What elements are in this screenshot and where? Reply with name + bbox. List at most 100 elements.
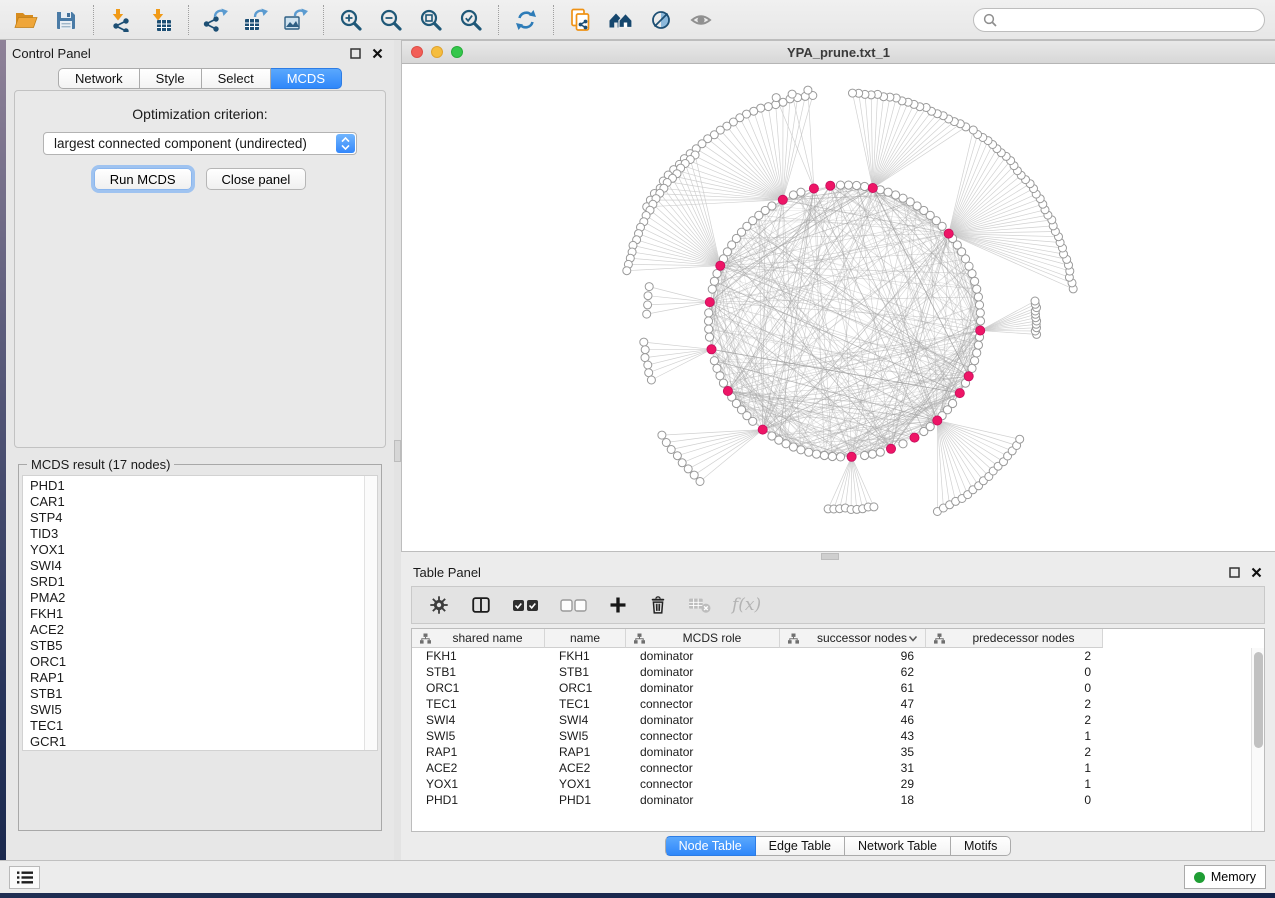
delete-table-button-disabled [688,595,712,615]
task-history-button[interactable] [9,866,40,889]
show-column-panel-button[interactable] [470,594,492,616]
delete-column-button[interactable] [648,594,668,616]
shared-column-icon [788,633,799,644]
table-row[interactable]: YOX1YOX1connector291 [412,776,1264,792]
search-field[interactable] [973,8,1265,32]
result-list-item[interactable]: PHD1 [30,478,377,494]
network-window-titlebar[interactable]: YPA_prune.txt_1 [402,41,1275,64]
toolbar-separator [93,5,94,35]
result-list-item[interactable]: PMA2 [30,590,377,606]
cell-mcds_role: connector [626,760,780,776]
table-tab-node-table[interactable]: Node Table [665,836,756,856]
result-list-item[interactable]: SRD1 [30,574,377,590]
select-stepper[interactable] [336,134,355,153]
column-header-MCDS-role[interactable]: MCDS role [626,629,780,648]
result-list-item[interactable]: YOX1 [30,542,377,558]
tab-style[interactable]: Style [140,68,202,89]
table-panel-float-button[interactable] [1227,565,1241,579]
table-row[interactable]: ACE2ACE2connector311 [412,760,1264,776]
optimization-criterion-label: Optimization criterion: [15,106,385,122]
result-list-item[interactable]: STP4 [30,510,377,526]
tab-select[interactable]: Select [202,68,271,89]
table-scrollbar-thumb[interactable] [1254,652,1263,748]
result-list-item[interactable]: ORC1 [30,654,377,670]
import-table-button[interactable] [141,3,181,37]
minimize-window-icon[interactable] [431,46,443,58]
zoom-out-button[interactable] [371,3,411,37]
zoom-in-button[interactable] [331,3,371,37]
result-list-item[interactable]: RAP1 [30,670,377,686]
zoom-fit-icon [419,8,443,32]
table-row[interactable]: PHD1PHD1dominator180 [412,792,1264,808]
table-row[interactable]: RAP1RAP1dominator352 [412,744,1264,760]
close-window-icon[interactable] [411,46,423,58]
zoom-selected-button[interactable] [451,3,491,37]
tab-mcds[interactable]: MCDS [271,68,342,89]
result-list-item[interactable]: TEC1 [30,718,377,734]
result-scrollbar[interactable] [364,476,377,750]
refresh-button[interactable] [506,3,546,37]
save-session-button[interactable] [46,3,86,37]
toolbar-separator [188,5,189,35]
table-settings-button[interactable] [428,594,450,616]
select-all-columns-button[interactable] [512,598,540,613]
result-list-item[interactable]: GCR1 [30,734,377,750]
export-image-button[interactable] [276,3,316,37]
table-scrollbar[interactable] [1251,648,1264,831]
horizontal-split-divider[interactable] [401,552,1275,560]
close-panel-button[interactable]: Close panel [206,168,307,190]
export-table-button[interactable] [236,3,276,37]
open-file-button[interactable] [6,3,46,37]
home-networks-button[interactable] [601,3,641,37]
table-row[interactable]: SWI5SWI5connector431 [412,728,1264,744]
vertical-split-divider[interactable] [394,40,401,860]
control-panel-float-button[interactable] [348,46,362,60]
result-list-item[interactable]: ACE2 [30,622,377,638]
memory-button[interactable]: Memory [1184,865,1266,889]
column-header-shared-name[interactable]: shared name [412,629,545,648]
cell-predecessor_nodes: 1 [926,776,1103,792]
control-panel-close-button[interactable] [370,46,384,60]
table-row[interactable]: SWI4SWI4dominator462 [412,712,1264,728]
network-canvas[interactable] [402,64,1275,551]
export-network-button[interactable] [196,3,236,37]
result-list-item[interactable]: SWI4 [30,558,377,574]
result-list-item[interactable]: STB5 [30,638,377,654]
unselect-all-columns-button[interactable] [560,598,588,613]
result-list-item[interactable]: STB1 [30,686,377,702]
result-list-item[interactable]: CAR1 [30,494,377,510]
import-table-icon [148,8,174,32]
cell-shared_name: SWI5 [412,728,545,744]
maximize-window-icon[interactable] [451,46,463,58]
table-tab-network-table[interactable]: Network Table [845,836,951,856]
zoom-fit-button[interactable] [411,3,451,37]
result-list-item[interactable]: TID3 [30,526,377,542]
table-row[interactable]: TEC1TEC1connector472 [412,696,1264,712]
table-row[interactable]: ORC1ORC1dominator610 [412,680,1264,696]
run-mcds-button[interactable]: Run MCDS [94,168,192,190]
mcds-result-list[interactable]: PHD1CAR1STP4TID3YOX1SWI4SRD1PMA2FKH1ACE2… [22,475,378,751]
column-header-name[interactable]: name [545,629,626,648]
network-graph[interactable] [402,64,1275,551]
optimization-criterion-select[interactable]: largest connected component (undirected) [43,132,357,155]
column-header-predecessor-nodes[interactable]: predecessor nodes [926,629,1103,648]
show-hide-button[interactable] [681,3,721,37]
save-floppy-icon [54,8,78,32]
table-row[interactable]: STB1STB1dominator620 [412,664,1264,680]
result-list-item[interactable]: FKH1 [30,606,377,622]
search-input[interactable] [1003,12,1255,27]
cell-shared_name: STB1 [412,664,545,680]
sort-caret-icon[interactable] [908,635,918,642]
table-row[interactable]: FKH1FKH1dominator962 [412,648,1264,664]
table-panel-close-button[interactable] [1249,565,1263,579]
refresh-icon [514,8,538,32]
table-tab-motifs[interactable]: Motifs [951,836,1011,856]
table-tab-edge-table[interactable]: Edge Table [756,836,845,856]
tab-network[interactable]: Network [58,68,140,89]
result-list-item[interactable]: SWI5 [30,702,377,718]
network-document-button[interactable] [561,3,601,37]
toggle-graphics-details-button[interactable] [641,3,681,37]
column-header-successor-nodes[interactable]: successor nodes [780,629,926,648]
create-column-button[interactable] [608,595,628,615]
import-network-button[interactable] [101,3,141,37]
